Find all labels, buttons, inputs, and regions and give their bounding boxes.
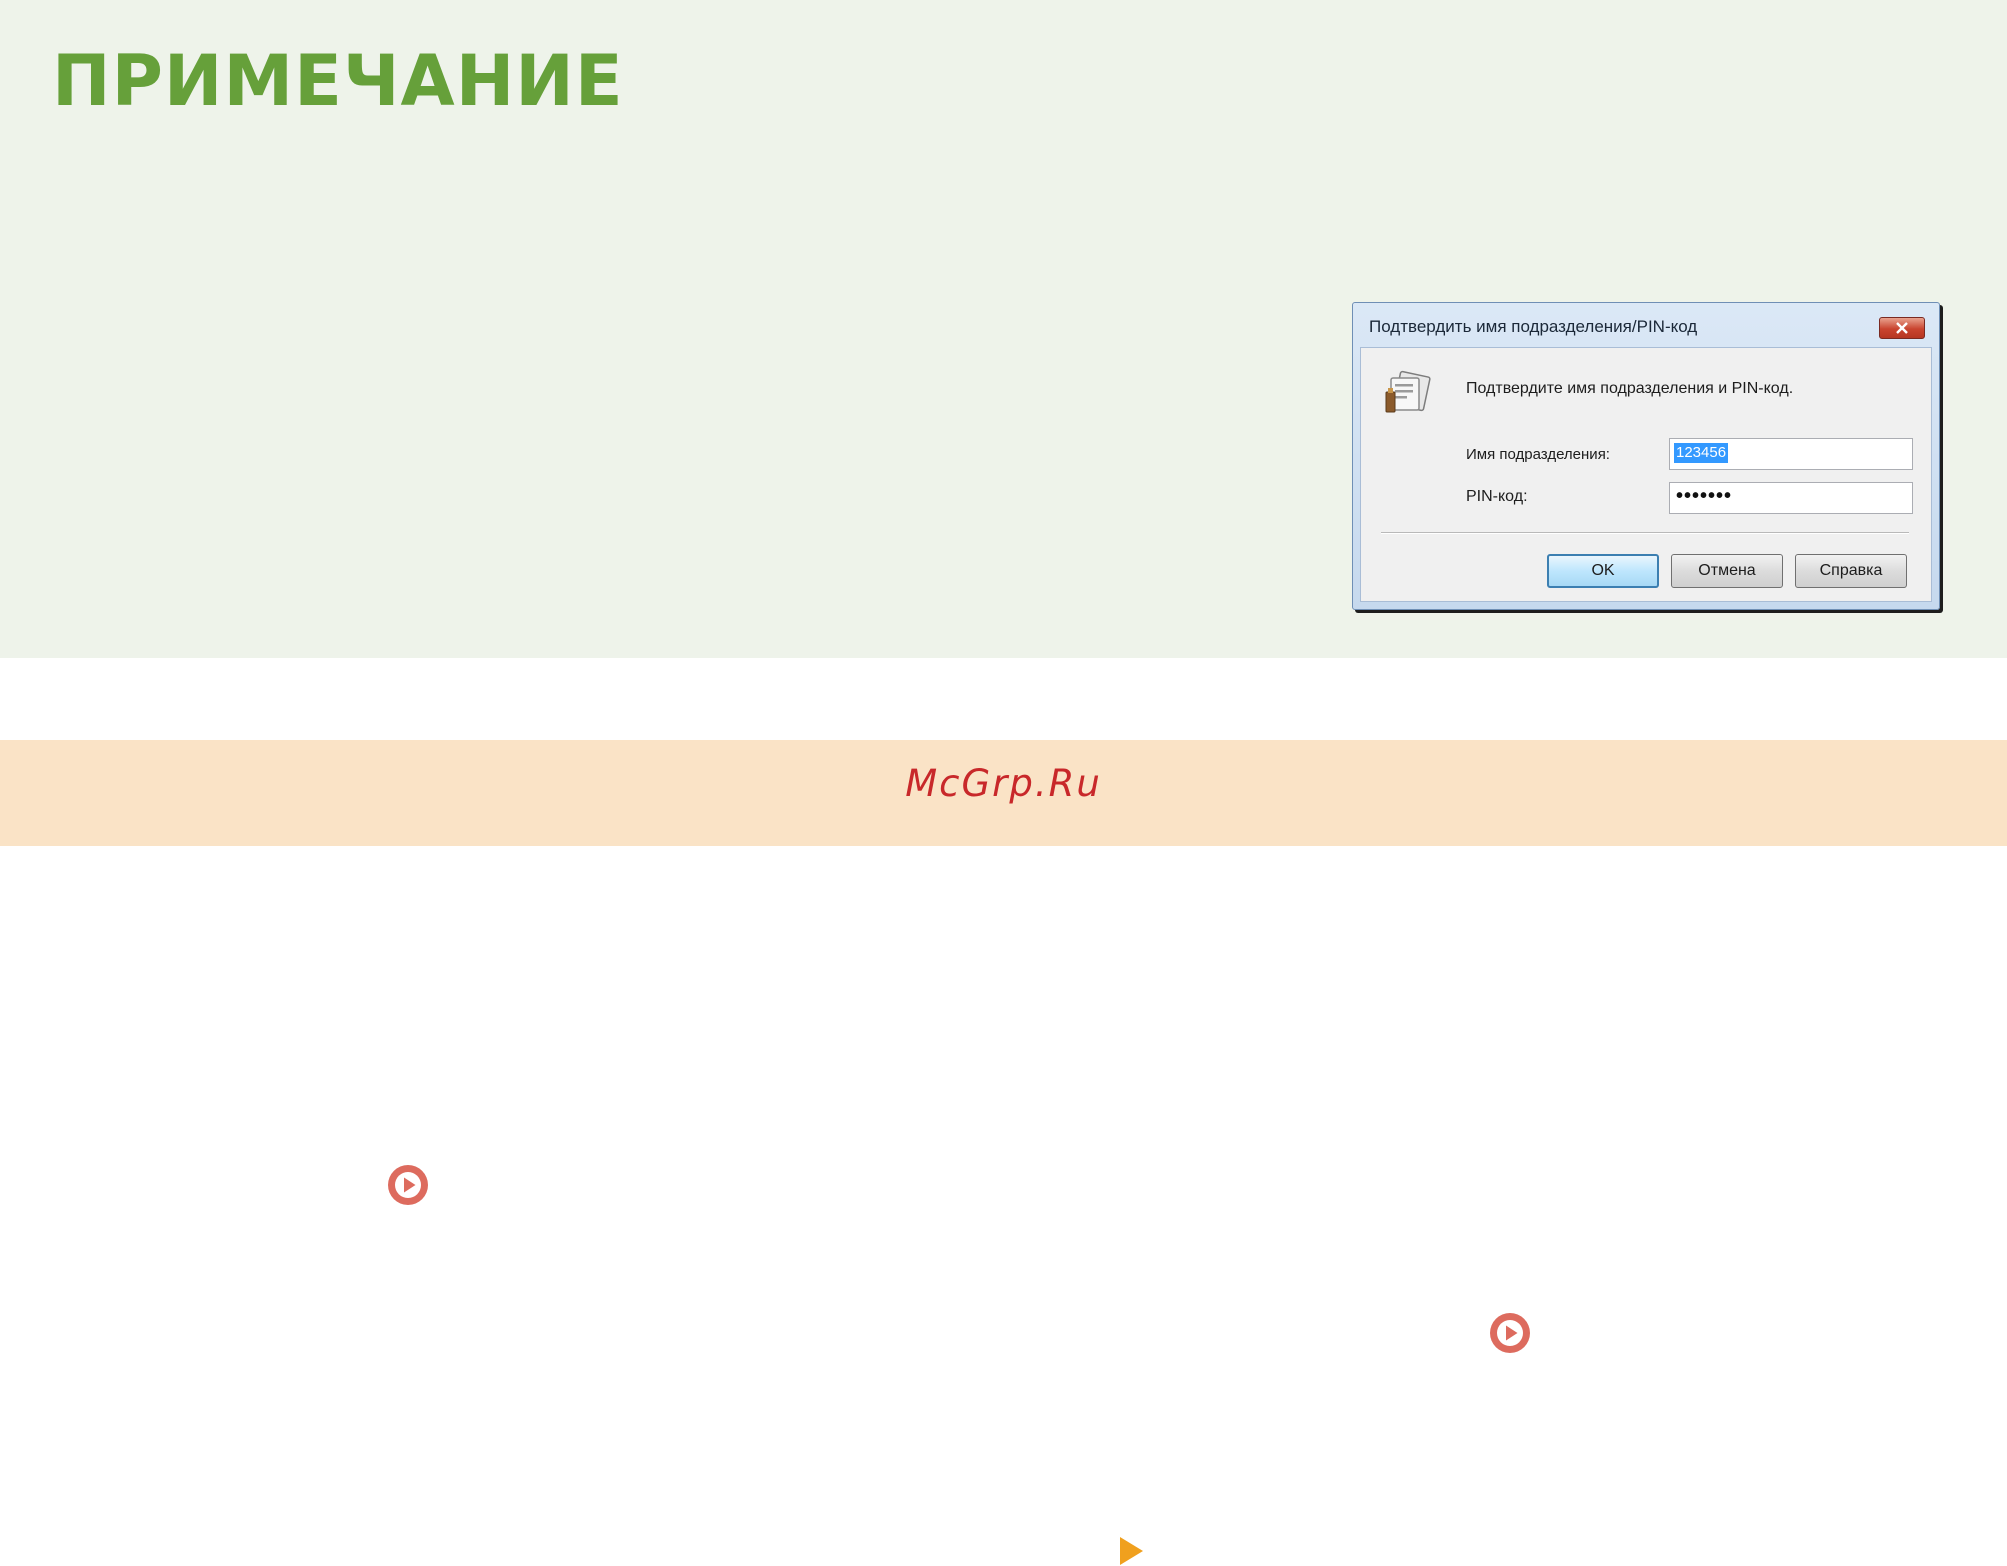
cancel-button[interactable]: Отмена	[1671, 554, 1783, 588]
close-button[interactable]	[1879, 317, 1925, 339]
help-button[interactable]: Справка	[1795, 554, 1907, 588]
pin-value: •••••••	[1676, 485, 1733, 507]
department-label: Имя подразделения:	[1466, 446, 1610, 463]
note-panel: ПРИМЕЧАНИЕ Подтвердить имя подразделения…	[0, 0, 2007, 658]
department-value: 123456	[1674, 443, 1729, 463]
watermark-text: McGrp.Ru	[905, 762, 1102, 805]
watermark-band: McGrp.Ru	[0, 740, 2007, 846]
dialog-title: Подтвердить имя подразделения/PIN-код	[1369, 317, 1698, 336]
triangle-right-icon[interactable]	[1118, 1536, 1144, 1566]
department-input[interactable]: 123456	[1669, 438, 1913, 470]
dialog-prompt: Подтвердите имя подразделения и PIN-код.	[1466, 380, 1794, 397]
confirm-department-dialog: Подтвердить имя подразделения/PIN-код По…	[1352, 302, 1940, 610]
circle-play-icon[interactable]	[1489, 1312, 1531, 1354]
close-icon	[1896, 322, 1908, 334]
dialog-separator	[1381, 532, 1909, 534]
dialog-body: Подтвердите имя подразделения и PIN-код.…	[1360, 347, 1932, 602]
department-id-icon	[1385, 370, 1431, 413]
pin-label: PIN-код:	[1466, 488, 1528, 505]
pin-input[interactable]: •••••••	[1669, 482, 1913, 514]
dialog-titlebar: Подтвердить имя подразделения/PIN-код	[1353, 303, 1939, 347]
circle-play-icon[interactable]	[387, 1164, 429, 1206]
ok-button[interactable]: OK	[1547, 554, 1659, 588]
note-title: ПРИМЕЧАНИЕ	[52, 40, 624, 122]
